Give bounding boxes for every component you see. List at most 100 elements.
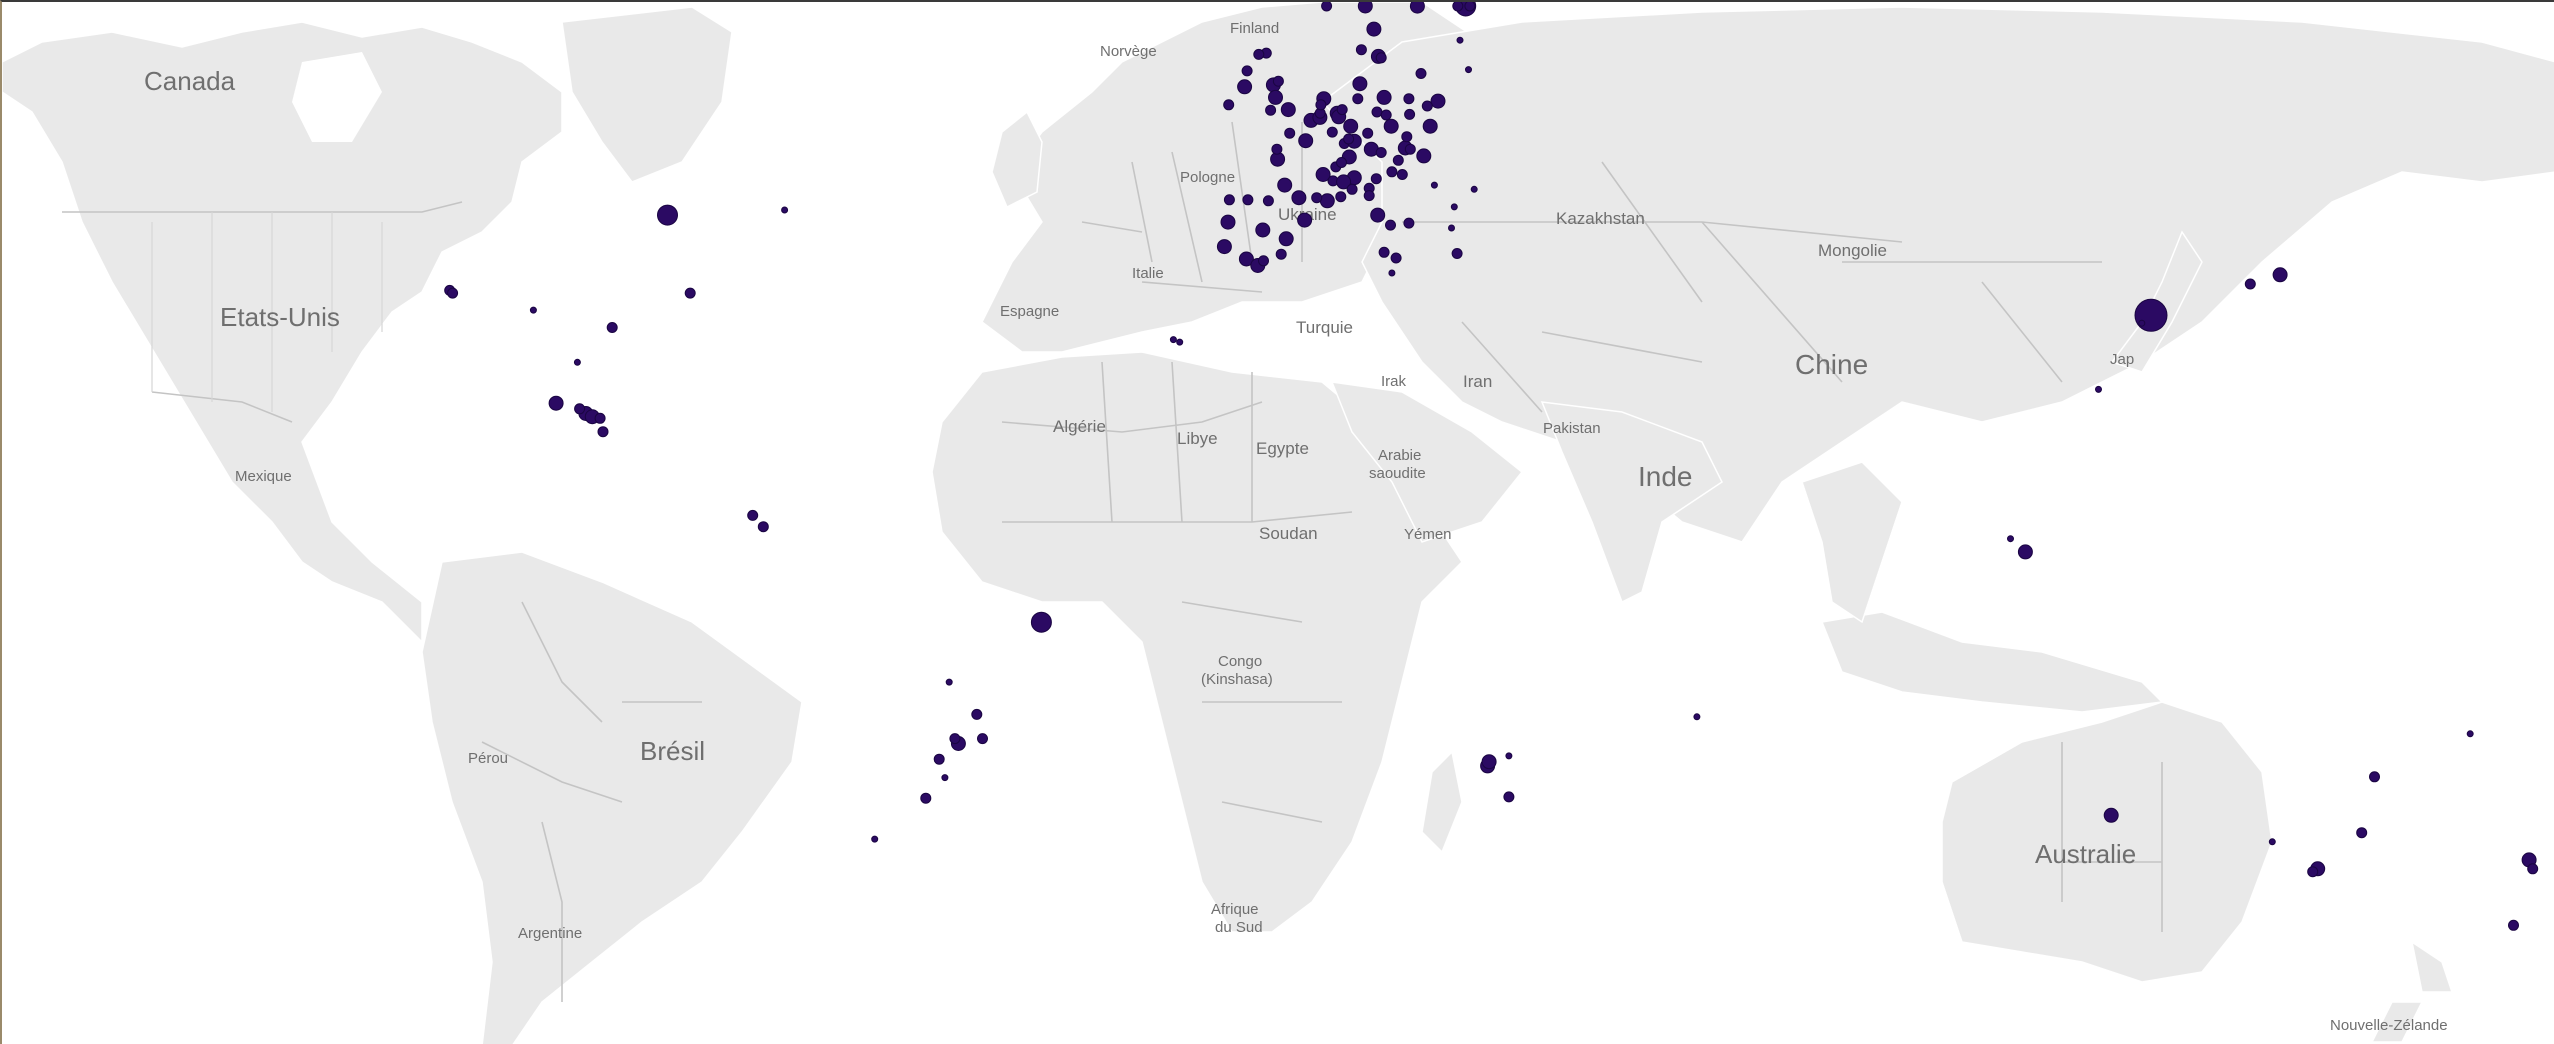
- location-marker[interactable]: [1430, 181, 1438, 189]
- location-marker[interactable]: [1262, 195, 1274, 207]
- location-marker[interactable]: [1241, 65, 1253, 77]
- location-marker[interactable]: [1403, 93, 1415, 105]
- location-marker[interactable]: [1297, 212, 1313, 228]
- location-marker[interactable]: [971, 708, 983, 720]
- location-marker[interactable]: [1386, 166, 1398, 178]
- location-marker[interactable]: [2466, 730, 2474, 738]
- location-marker[interactable]: [1268, 89, 1283, 105]
- location-marker[interactable]: [2356, 827, 2368, 839]
- location-marker[interactable]: [2134, 298, 2168, 332]
- location-marker[interactable]: [781, 206, 789, 214]
- location-marker[interactable]: [1456, 36, 1464, 44]
- location-marker[interactable]: [1366, 21, 1382, 37]
- location-marker[interactable]: [657, 204, 678, 226]
- location-marker[interactable]: [1343, 133, 1355, 145]
- location-marker[interactable]: [1336, 157, 1347, 168]
- map-view[interactable]: Canada Etats-Unis Mexique Brésil Pérou A…: [0, 0, 2554, 1044]
- location-marker[interactable]: [1403, 217, 1415, 229]
- location-marker[interactable]: [1430, 93, 1446, 109]
- location-marker[interactable]: [2307, 866, 2319, 878]
- location-marker[interactable]: [1396, 169, 1408, 180]
- location-marker[interactable]: [2138, 319, 2146, 327]
- location-marker[interactable]: [949, 733, 961, 745]
- location-marker[interactable]: [2007, 535, 2014, 543]
- location-marker[interactable]: [1311, 192, 1323, 204]
- location-marker[interactable]: [1383, 118, 1399, 134]
- location-marker[interactable]: [1378, 246, 1390, 258]
- location-marker[interactable]: [941, 774, 949, 782]
- location-marker[interactable]: [1503, 791, 1515, 803]
- location-marker[interactable]: [1415, 68, 1427, 79]
- location-marker[interactable]: [1291, 190, 1307, 206]
- location-marker[interactable]: [1422, 118, 1438, 134]
- location-marker[interactable]: [1343, 118, 1359, 134]
- location-marker[interactable]: [1451, 248, 1463, 259]
- location-marker[interactable]: [933, 753, 945, 765]
- location-marker[interactable]: [1450, 203, 1458, 211]
- location-marker[interactable]: [1275, 248, 1287, 260]
- location-marker[interactable]: [1371, 106, 1383, 118]
- location-marker[interactable]: [2017, 544, 2033, 560]
- location-marker[interactable]: [945, 678, 953, 686]
- location-marker[interactable]: [574, 403, 586, 415]
- location-marker[interactable]: [1216, 239, 1232, 255]
- location-marker[interactable]: [747, 509, 759, 521]
- location-marker[interactable]: [684, 287, 696, 299]
- location-marker[interactable]: [2508, 919, 2519, 931]
- location-marker[interactable]: [1375, 147, 1387, 158]
- location-marker[interactable]: [1176, 338, 1184, 346]
- location-marker[interactable]: [1380, 109, 1392, 121]
- location-marker[interactable]: [1352, 93, 1364, 105]
- location-marker[interactable]: [1346, 183, 1358, 195]
- location-marker[interactable]: [529, 306, 537, 314]
- location-marker[interactable]: [548, 395, 564, 411]
- location-marker[interactable]: [1223, 99, 1235, 111]
- location-marker[interactable]: [1409, 2, 1425, 14]
- location-marker[interactable]: [1357, 2, 1373, 14]
- location-marker[interactable]: [1464, 2, 1476, 12]
- location-marker[interactable]: [1465, 66, 1472, 74]
- location-marker[interactable]: [1242, 194, 1254, 206]
- location-marker[interactable]: [573, 358, 581, 366]
- location-marker[interactable]: [1375, 52, 1387, 64]
- location-marker[interactable]: [1253, 48, 1265, 60]
- location-marker[interactable]: [1362, 127, 1374, 139]
- location-marker[interactable]: [1392, 154, 1404, 166]
- location-marker[interactable]: [1352, 76, 1368, 92]
- location-marker[interactable]: [1255, 222, 1271, 238]
- location-marker[interactable]: [447, 287, 459, 299]
- location-marker[interactable]: [1280, 102, 1296, 118]
- location-marker[interactable]: [1321, 2, 1333, 12]
- location-marker[interactable]: [1370, 207, 1386, 223]
- location-marker[interactable]: [2527, 863, 2539, 875]
- location-marker[interactable]: [1258, 255, 1269, 267]
- location-marker[interactable]: [1220, 214, 1236, 230]
- location-marker[interactable]: [1693, 713, 1701, 721]
- location-marker[interactable]: [757, 521, 769, 533]
- location-marker[interactable]: [1390, 252, 1402, 264]
- location-marker[interactable]: [1481, 754, 1497, 770]
- location-marker[interactable]: [1298, 133, 1314, 149]
- location-marker[interactable]: [1404, 108, 1416, 120]
- location-marker[interactable]: [2103, 807, 2119, 823]
- location-marker[interactable]: [1272, 75, 1284, 87]
- location-marker[interactable]: [1404, 143, 1416, 155]
- location-marker[interactable]: [1315, 99, 1327, 111]
- location-marker[interactable]: [1505, 752, 1513, 760]
- location-marker[interactable]: [1265, 104, 1277, 116]
- location-marker[interactable]: [1319, 193, 1335, 209]
- location-marker[interactable]: [2272, 267, 2288, 283]
- location-marker[interactable]: [977, 733, 988, 745]
- location-marker[interactable]: [1385, 219, 1396, 231]
- location-marker[interactable]: [1223, 194, 1235, 206]
- location-marker[interactable]: [1416, 148, 1432, 164]
- location-marker[interactable]: [1363, 190, 1375, 202]
- location-marker[interactable]: [1355, 44, 1367, 56]
- location-marker[interactable]: [920, 792, 932, 804]
- location-marker[interactable]: [594, 412, 606, 424]
- location-marker[interactable]: [1271, 143, 1283, 155]
- location-marker[interactable]: [606, 322, 618, 333]
- world-map[interactable]: Canada Etats-Unis Mexique Brésil Pérou A…: [2, 2, 2554, 1044]
- location-marker[interactable]: [2244, 278, 2256, 290]
- location-marker[interactable]: [2268, 838, 2276, 846]
